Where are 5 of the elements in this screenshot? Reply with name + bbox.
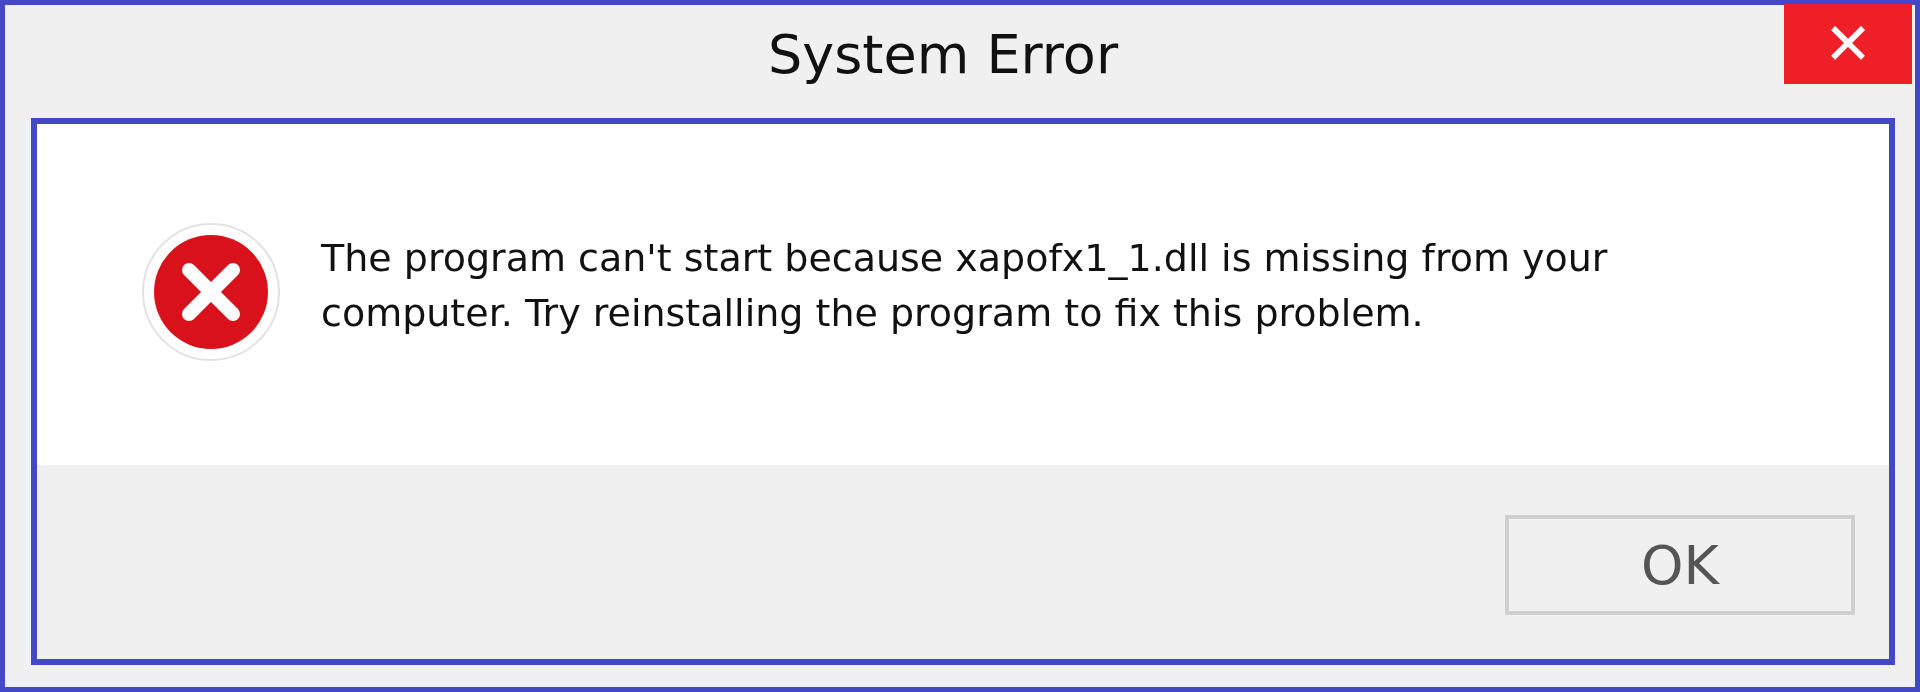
error-message: The program can't start because xapofx1_1.dll is missing from your computer. Try reinstalling the program to fix this problem. xyxy=(321,234,1609,337)
window-title: System Error xyxy=(767,23,1119,86)
error-icon xyxy=(141,221,281,362)
close-button[interactable]: ✕ xyxy=(1784,4,1912,84)
ok-button[interactable]: OK xyxy=(1505,515,1855,615)
